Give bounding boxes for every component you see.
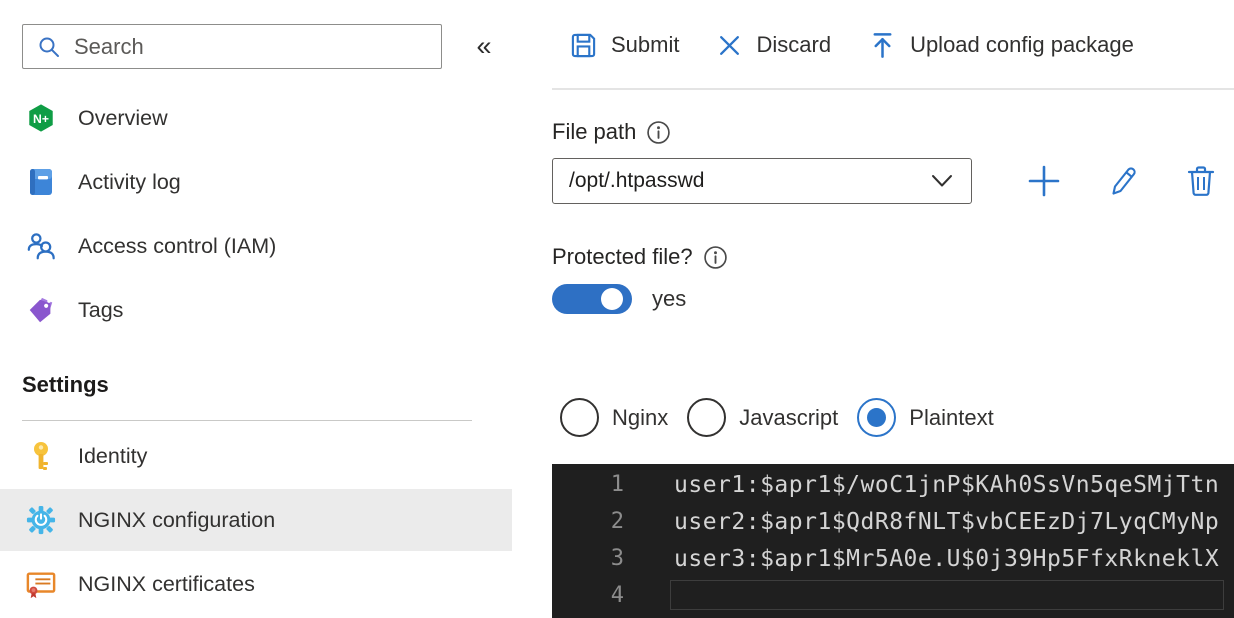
collapse-sidebar-icon[interactable]: « [463,24,505,69]
radio-label: Plaintext [909,404,994,430]
settings-divider [22,420,472,421]
sidebar-item-label: NGINX certificates [78,571,255,596]
line-number: 1 [610,472,624,497]
svg-text:N+: N+ [33,112,49,126]
sidebar-item-label: Overview [78,105,168,130]
sidebar-item-nginx-certificates[interactable]: NGINX certificates [0,553,512,615]
protected-file-field-label: Protected file? [552,244,728,270]
plus-icon [1028,165,1060,197]
radio-nginx[interactable]: Nginx [560,398,668,437]
submit-button[interactable]: Submit [570,32,679,59]
config-file-editor[interactable]: 1 user1:$apr1$/woC1jnP$KAh0SsVn5qeSMjTtn… [552,464,1234,618]
protected-file-toggle-row: yes [552,284,686,314]
line-content: user1:$apr1$/woC1jnP$KAh0SsVn5qeSMjTtn [674,471,1220,498]
sidebar: « N+ Overview Activity log [0,0,512,618]
certificate-icon [26,569,56,599]
sidebar-item-label: Identity [78,443,148,468]
editor-line[interactable]: 2 user2:$apr1$QdR8fNLT$vbCEEzDj7LyqCMyNp [552,503,1234,540]
radio-label: Nginx [612,404,669,430]
file-path-field-label: File path [552,119,671,145]
pencil-icon [1112,167,1136,195]
tags-icon [26,295,56,325]
sidebar-item-label: Activity log [78,169,181,194]
sidebar-item-label: Access control (IAM) [78,233,277,258]
key-icon [26,441,56,471]
editor-line[interactable]: 3 user3:$apr1$Mr5A0e.U$0j39Hp5FfxRkneklX [552,540,1234,577]
radio-plaintext[interactable]: Plaintext [857,398,994,437]
command-bar: Submit Discard Upload config package [552,20,1234,70]
upload-label: Upload config package [910,32,1134,57]
toolbar-divider [552,88,1234,90]
radio-circle [560,398,599,437]
file-path-value: /opt/.htpasswd [569,169,705,192]
file-path-label-text: File path [552,119,637,144]
activity-log-icon [26,167,56,197]
protected-file-label-text: Protected file? [552,244,693,269]
sidebar-item-label: Tags [78,297,124,322]
editor-line[interactable]: 1 user1:$apr1$/woC1jnP$KAh0SsVn5qeSMjTtn [552,466,1234,503]
nginx-configuration-page: « N+ Overview Activity log [0,0,1234,618]
line-content: user2:$apr1$QdR8fNLT$vbCEEzDj7LyqCMyNp [674,508,1220,535]
search-icon [39,37,59,57]
info-icon[interactable] [703,245,728,270]
sidebar-item-tags[interactable]: Tags [0,279,512,341]
toggle-knob [601,288,623,310]
add-file-button[interactable] [1026,163,1062,199]
sidebar-item-identity[interactable]: Identity [0,425,512,487]
line-number: 3 [610,546,624,571]
editor-line-active[interactable]: 4 [552,577,1234,614]
sidebar-item-nginx-configuration[interactable]: NGINX configuration [0,489,512,551]
search-box[interactable] [22,24,442,69]
upload-icon [873,33,892,58]
nginx-logo-icon: N+ [26,103,56,133]
radio-label: Javascript [739,404,839,430]
settings-section-header: Settings [22,372,109,397]
close-icon [720,35,740,55]
line-content: user3:$apr1$Mr5A0e.U$0j39Hp5FfxRkneklX [674,545,1220,572]
save-icon [571,33,596,57]
submit-label: Submit [611,32,680,57]
line-number: 4 [610,583,624,608]
discard-label: Discard [756,32,832,57]
protected-file-toggle[interactable] [552,284,632,314]
chevron-down-icon [932,175,952,187]
sidebar-item-label: NGINX configuration [78,507,276,532]
radio-javascript[interactable]: Javascript [687,398,838,437]
discard-button[interactable]: Discard [717,32,831,58]
sidebar-item-activity-log[interactable]: Activity log [0,151,512,213]
delete-file-button[interactable] [1186,165,1216,197]
radio-dot [867,408,887,427]
sidebar-item-overview[interactable]: N+ Overview [0,87,512,149]
toggle-state-label: yes [652,286,687,311]
radio-circle-checked [857,398,897,437]
editor-mode-radio-group: Nginx Javascript Plaintext [560,398,994,437]
main-content: Submit Discard Upload config package Fil… [552,0,1234,618]
sidebar-item-access-control[interactable]: Access control (IAM) [0,215,512,277]
search-input[interactable] [74,33,429,60]
radio-circle [687,398,727,437]
file-path-dropdown[interactable]: /opt/.htpasswd [552,158,972,204]
gear-icon [26,505,56,535]
trash-icon [1187,166,1215,196]
file-path-actions [992,158,1234,204]
upload-config-package-button[interactable]: Upload config package [869,31,1134,59]
line-number: 2 [610,509,624,534]
access-control-icon [26,231,56,261]
current-line-cursor-box [670,580,1224,610]
info-icon[interactable] [646,120,671,145]
edit-file-button[interactable] [1108,165,1140,197]
